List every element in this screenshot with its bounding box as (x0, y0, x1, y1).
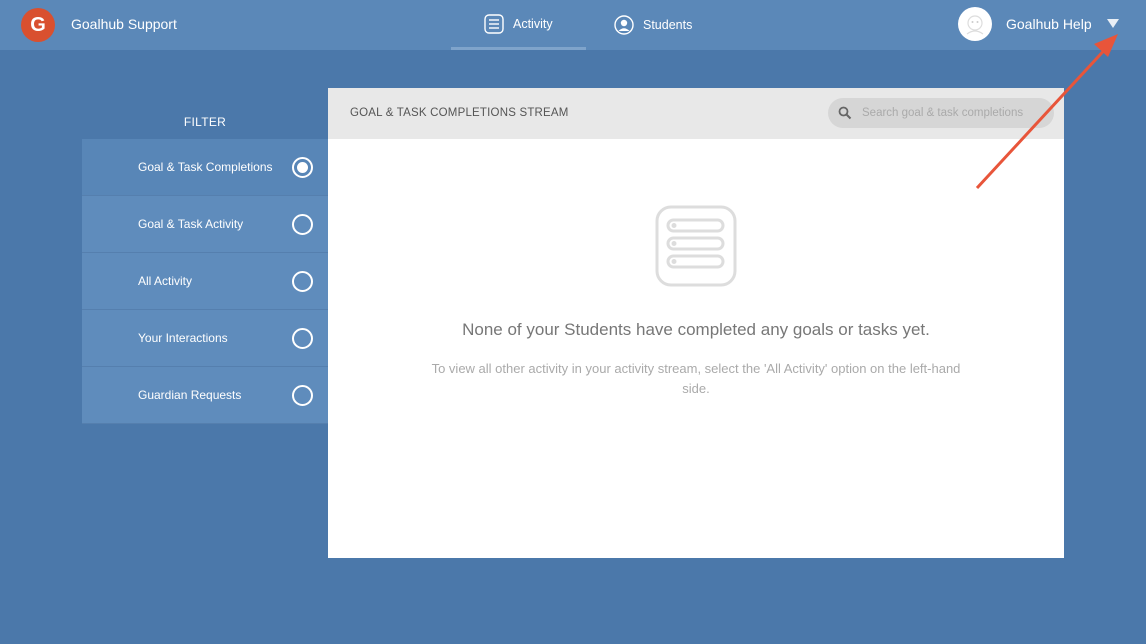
avatar-icon (959, 8, 991, 40)
filter-title: FILTER (183, 115, 227, 129)
filter-item-all-activity[interactable]: All Activity (82, 253, 328, 310)
empty-state-heading: None of your Students have completed any… (462, 320, 930, 339)
tab-activity[interactable]: Activity (451, 0, 586, 50)
brand-logo[interactable]: G (21, 8, 55, 42)
avatar[interactable] (958, 7, 992, 41)
activity-list-icon (484, 13, 504, 34)
top-navigation-bar: G Goalhub Support Activity Students Goal… (0, 0, 1146, 50)
filter-item-goal-task-completions[interactable]: Goal & Task Completions (82, 139, 328, 196)
list-icon (655, 205, 737, 287)
radio-unselected-icon[interactable] (292, 385, 313, 406)
user-name[interactable]: Goalhub Help (1006, 16, 1092, 32)
tab-activity-label: Activity (513, 16, 553, 31)
stream-panel-header: GOAL & TASK COMPLETIONS STREAM (328, 88, 1064, 139)
filter-item-label: Your Interactions (138, 331, 228, 345)
filter-item-label: Goal & Task Completions (138, 160, 273, 174)
radio-selected-icon[interactable] (292, 157, 313, 178)
brand-name[interactable]: Goalhub Support (71, 16, 177, 32)
filter-item-your-interactions[interactable]: Your Interactions (82, 310, 328, 367)
filter-item-label: Goal & Task Activity (138, 217, 244, 231)
radio-unselected-icon[interactable] (292, 328, 313, 349)
stream-title: GOAL & TASK COMPLETIONS STREAM (350, 107, 569, 119)
filter-list: Goal & Task Completions Goal & Task Acti… (82, 139, 328, 424)
filter-item-label: Guardian Requests (138, 388, 242, 402)
filter-item-label: All Activity (138, 274, 193, 288)
stream-panel: GOAL & TASK COMPLETIONS STREAM None of y… (328, 88, 1064, 558)
filter-item-goal-task-activity[interactable]: Goal & Task Activity (82, 196, 328, 253)
search-icon (838, 106, 852, 120)
radio-unselected-icon[interactable] (292, 214, 313, 235)
filter-item-guardian-requests[interactable]: Guardian Requests (82, 367, 328, 424)
tab-students[interactable]: Students (614, 0, 724, 50)
search-input[interactable] (862, 107, 1052, 119)
search-box[interactable] (828, 98, 1054, 128)
tab-students-label: Students (643, 18, 693, 32)
user-icon (614, 15, 634, 35)
radio-unselected-icon[interactable] (292, 271, 313, 292)
chevron-down-icon[interactable] (1107, 19, 1119, 28)
empty-state-subtext: To view all other activity in your activ… (431, 361, 961, 396)
